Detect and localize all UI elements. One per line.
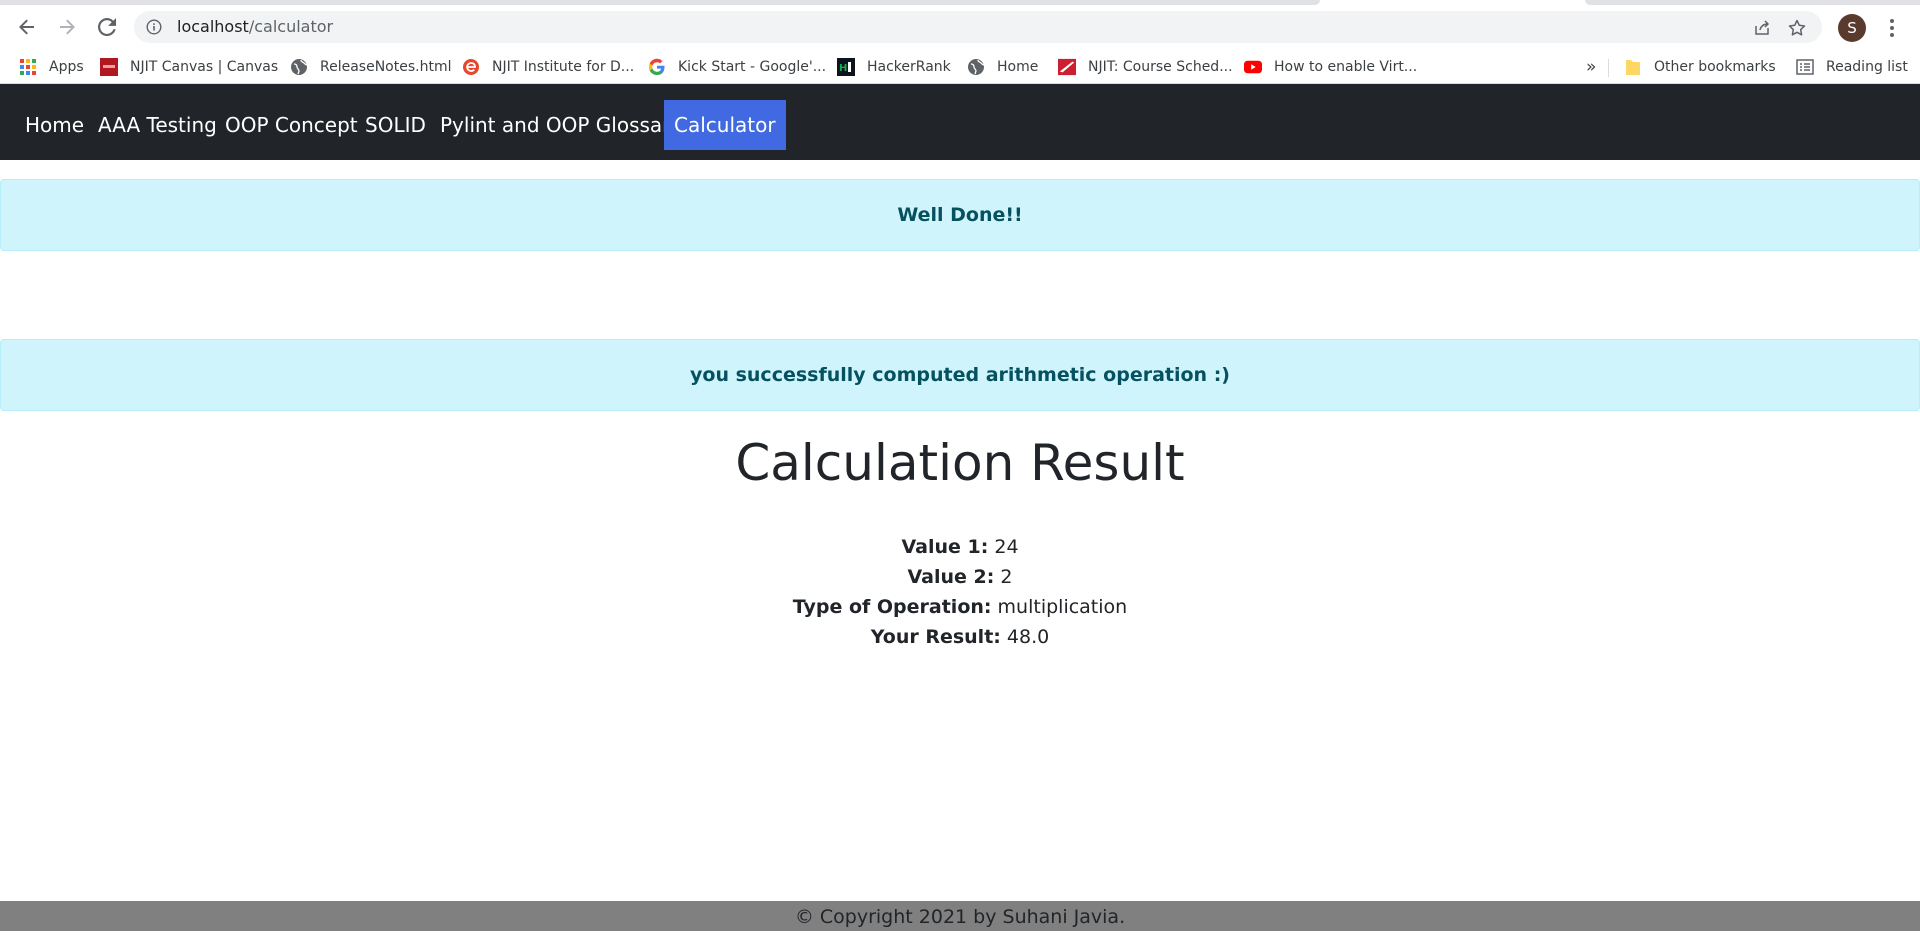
info-icon[interactable] (146, 19, 162, 35)
nav-calculator[interactable]: Calculator (664, 100, 786, 150)
value2: 2 (1000, 566, 1013, 588)
bookmark-label: NJIT Institute for D... (492, 59, 635, 75)
bookmark-how-to-enable[interactable]: How to enable Virt... (1244, 51, 1417, 83)
result-label: Your Result: (870, 626, 1001, 648)
youtube-icon (1244, 58, 1262, 76)
alert-well-done: Well Done!! (0, 179, 1920, 251)
back-arrow-icon (19, 19, 34, 35)
operation-value: multiplication (997, 596, 1128, 618)
back-button[interactable] (12, 12, 42, 42)
value1-line: Value 1: 24 (0, 532, 1920, 562)
bookmark-label: HackerRank (867, 59, 951, 75)
bookmark-label: NJIT Canvas | Canvas (130, 59, 279, 75)
overflow-chevron-icon: » (1586, 57, 1597, 77)
apps-grid-icon (19, 58, 37, 76)
forward-button[interactable] (52, 12, 82, 42)
forward-arrow-icon (60, 19, 75, 35)
bookmark-njit-course-schedule[interactable]: NJIT: Course Sched... (1058, 51, 1233, 83)
value1: 24 (994, 536, 1019, 558)
hackerrank-icon: H (837, 58, 855, 76)
result-line: Your Result: 48.0 (0, 622, 1920, 652)
copyright-text: © Copyright 2021 by Suhani Javia. (794, 906, 1126, 928)
bookmark-label: Home (997, 59, 1039, 75)
globe-icon (290, 58, 308, 76)
result-details: Value 1: 24 Value 2: 2 Type of Operation… (0, 532, 1920, 652)
value1-label: Value 1: (901, 536, 989, 558)
url-host: localhost (177, 17, 249, 36)
footer: © Copyright 2021 by Suhani Javia. (0, 901, 1920, 931)
nav-oop-concept[interactable]: OOP Concept (215, 100, 368, 150)
bookmarks-divider (1608, 59, 1609, 77)
folder-icon (1624, 58, 1642, 76)
reading-list-icon (1796, 58, 1814, 76)
url-path: /calculator (248, 17, 334, 36)
result-value: 48.0 (1006, 626, 1050, 648)
nav-aaa-testing[interactable]: AAA Testing (88, 100, 227, 150)
bookmark-label: NJIT: Course Sched... (1088, 59, 1233, 75)
operation-line: Type of Operation: multiplication (0, 592, 1920, 622)
reading-list-label: Reading list (1826, 59, 1908, 75)
bookmark-home[interactable]: Home (967, 51, 1038, 83)
other-bookmarks-folder[interactable]: Other bookmarks (1624, 51, 1776, 83)
globe-icon (967, 58, 985, 76)
profile-initial: S (1847, 19, 1857, 37)
bookmark-release-notes[interactable]: ReleaseNotes.html (290, 51, 451, 83)
reading-list-button[interactable]: Reading list (1796, 51, 1908, 83)
page-title: Calculation Result (735, 434, 1185, 492)
alert-message: you successfully computed arithmetic ope… (690, 364, 1230, 386)
browser-menu-button[interactable] (1880, 14, 1904, 42)
njit-e-icon (462, 58, 480, 76)
nav-solid[interactable]: SOLID (355, 100, 436, 150)
profile-avatar[interactable]: S (1838, 14, 1866, 42)
operation-label: Type of Operation: (792, 596, 992, 618)
bookmark-label: How to enable Virt... (1274, 59, 1418, 75)
browser-toolbar: localhost/calculator S (0, 8, 1920, 46)
bookmark-label: ReleaseNotes.html (320, 59, 452, 75)
other-bookmarks-label: Other bookmarks (1654, 59, 1776, 75)
url-text[interactable]: localhost/calculator (177, 11, 333, 43)
bookmark-label: Apps (49, 59, 84, 75)
canvas-icon (100, 58, 118, 76)
alert-message: Well Done!! (897, 204, 1023, 226)
bookmark-kick-start[interactable]: Kick Start - Google'... (648, 51, 826, 83)
reload-icon (98, 18, 116, 36)
bookmarks-bar: Apps NJIT Canvas | Canvas ReleaseNotes.h… (0, 51, 1920, 84)
bookmark-label: Kick Start - Google'... (678, 59, 827, 75)
svg-text:H: H (839, 63, 847, 74)
address-bar[interactable]: localhost/calculator (134, 11, 1822, 43)
site-navbar: Home AAA Testing OOP Concept SOLID Pylin… (0, 84, 1920, 160)
more-vert-icon (1890, 19, 1894, 37)
bookmark-apps[interactable]: Apps (19, 51, 84, 83)
page-bottom (0, 931, 1920, 943)
bookmark-hackerrank[interactable]: H HackerRank (837, 51, 951, 83)
value2-label: Value 2: (907, 566, 995, 588)
njit-icon (1058, 58, 1076, 76)
bookmark-njit-institute[interactable]: NJIT Institute for D... (462, 51, 634, 83)
nav-home[interactable]: Home (15, 100, 94, 150)
bookmark-njit-canvas[interactable]: NJIT Canvas | Canvas (100, 51, 278, 83)
share-icon[interactable] (1751, 17, 1773, 39)
alert-success: you successfully computed arithmetic ope… (0, 339, 1920, 411)
active-tab[interactable] (0, 0, 1320, 5)
reload-button[interactable] (92, 12, 122, 42)
value2-line: Value 2: 2 (0, 562, 1920, 592)
bookmark-star-icon[interactable] (1786, 17, 1808, 39)
google-icon (648, 58, 666, 76)
inactive-tab[interactable] (1585, 0, 1920, 5)
bookmarks-overflow-button[interactable]: » (1586, 51, 1596, 83)
nav-pylint-glossary[interactable]: Pylint and OOP Glossary (430, 100, 692, 150)
